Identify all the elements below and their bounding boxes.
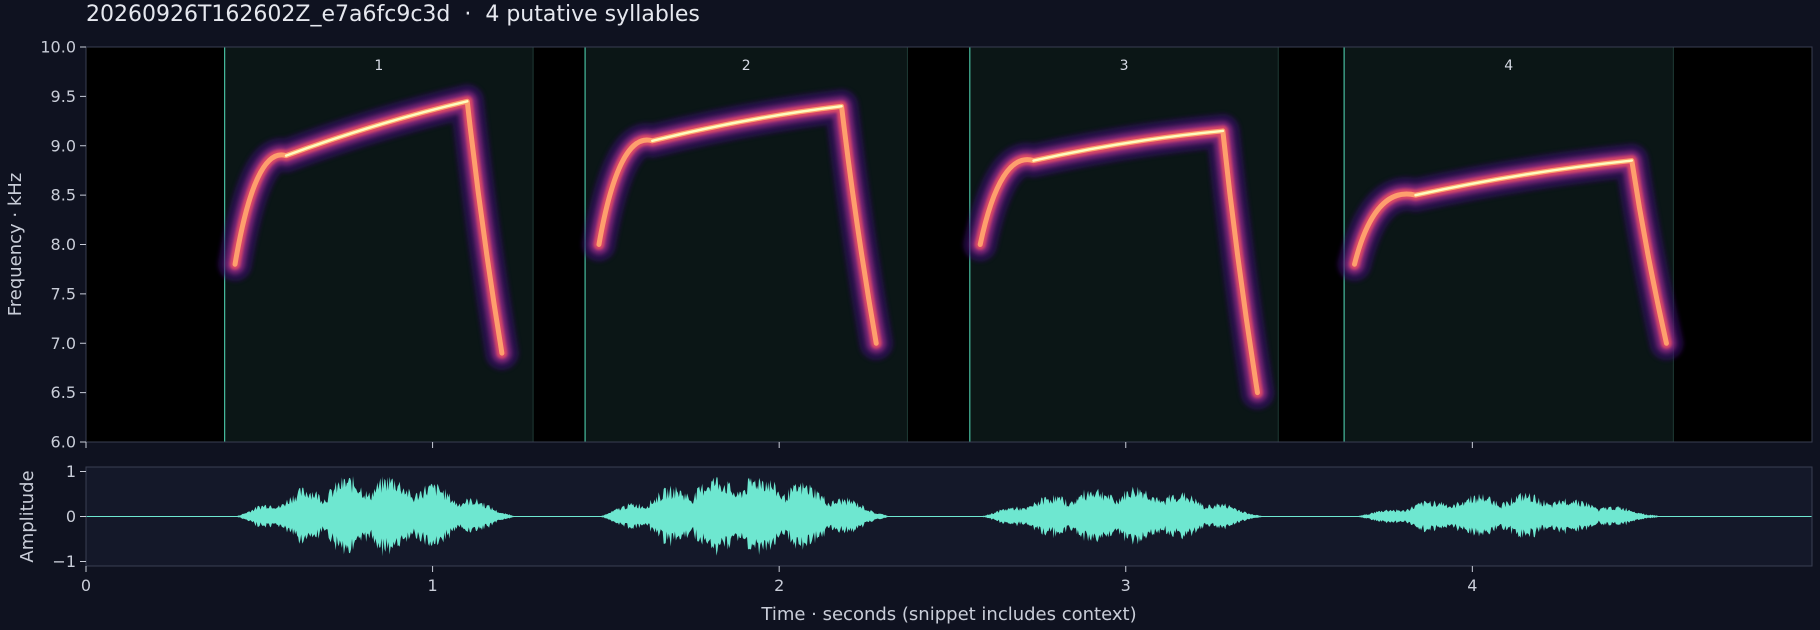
y-tick-label: 9.5 — [51, 87, 76, 106]
y-tick-label: 8.5 — [51, 186, 76, 205]
spectrogram-y-label: Frequency · kHz — [5, 173, 26, 317]
y-tick-label: −1 — [52, 552, 76, 571]
y-tick-label: 9.0 — [51, 136, 76, 155]
x-tick-label: 3 — [1121, 576, 1131, 595]
spectrogram-panel: 1 2 3 4 6.0 6.5 7.0 7.5 8.0 8.5 9.0 9.5 10.0 Freque… — [5, 38, 1813, 452]
y-tick-label: 6.0 — [51, 433, 76, 452]
segment-label: 3 — [1120, 58, 1129, 74]
y-tick-label: 8.0 — [51, 235, 76, 254]
y-tick-label: 7.0 — [51, 334, 76, 353]
x-tick-label: 2 — [774, 576, 784, 595]
segment-label: 2 — [742, 58, 751, 74]
segment-region — [1344, 47, 1674, 442]
waveform-y-label: Amplitude — [17, 470, 38, 562]
segment-label: 1 — [374, 58, 383, 74]
plot-area: 1 2 3 4 6.0 6.5 7.0 7.5 8.0 8.5 9.0 9.5 10.0 Freque… — [5, 38, 1813, 625]
x-tick-label: 4 — [1467, 576, 1477, 595]
y-tick-label: 6.5 — [51, 383, 76, 402]
y-tick-label: 7.5 — [51, 284, 76, 303]
spectrogram-y-axis: 6.0 6.5 7.0 7.5 8.0 8.5 9.0 9.5 10.0 — [40, 38, 86, 452]
waveform-x-axis: 0 1 2 3 4 — [81, 566, 1477, 595]
waveform-y-axis: 1 0 −1 — [52, 462, 86, 571]
figure: 20260926T162602Z_e7a6fc9c3d · 4 putative… — [0, 0, 1820, 630]
x-axis-label: Time · seconds (snippet includes context… — [760, 604, 1136, 625]
y-tick-label: 0 — [66, 507, 76, 526]
x-tick-label: 0 — [81, 576, 91, 595]
y-tick-label: 1 — [66, 462, 76, 481]
y-tick-label: 10.0 — [40, 38, 76, 57]
waveform-panel: 1 0 −1 0 1 2 3 4 Amplitude Time · seconds (sni… — [17, 462, 1813, 625]
x-tick-label: 1 — [427, 576, 437, 595]
segment-label: 4 — [1504, 58, 1513, 74]
spectrogram-x-ticks — [85, 442, 1473, 448]
